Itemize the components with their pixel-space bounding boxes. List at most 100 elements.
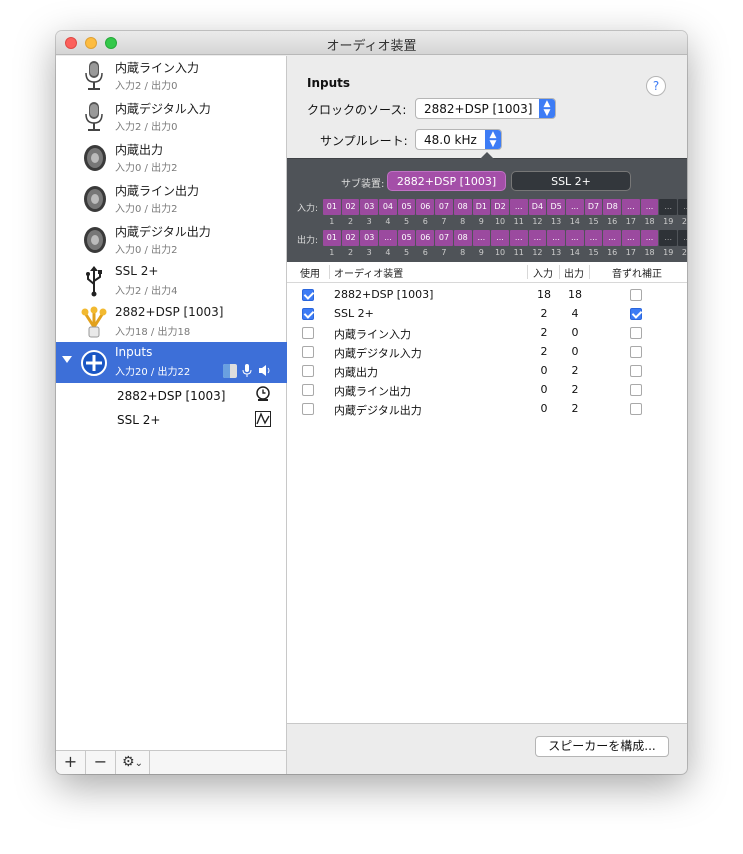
channel-cell[interactable]: ... [640,230,659,246]
channel-cell[interactable]: ... [584,230,603,246]
channel-cell[interactable]: D7 [584,199,603,215]
channel-cell[interactable]: ... [622,230,640,246]
device-name-cell: 内蔵デジタル入力 [334,347,422,360]
channel-cell[interactable]: 08 [453,199,472,215]
drift-correction-checkbox[interactable] [630,365,642,377]
drift-correction-checkbox[interactable] [630,403,642,415]
speaker-icon [84,186,106,212]
device-item-2882dsp[interactable]: 2882+DSP [1003] 入力18 / 出力18 [56,302,287,343]
channel-cell[interactable]: D4 [528,199,547,215]
channel-cell[interactable]: ... [379,230,397,246]
channel-cell[interactable]: 01 [323,199,341,215]
channel-number: 6 [422,217,428,226]
channel-cell[interactable]: ... [565,230,584,246]
use-checkbox[interactable] [302,384,314,396]
device-item-ssl2[interactable]: SSL 2+ 入力2 / 出力4 [56,261,287,302]
channel-cell[interactable]: ... [603,230,621,246]
subdevice-name: 2882+DSP [1003] [117,389,226,403]
use-checkbox[interactable] [302,327,314,339]
drift-correction-checkbox[interactable] [630,289,642,301]
channel-cell[interactable]: ... [659,230,678,246]
aggregate-device-title: Inputs [307,76,351,90]
use-checkbox[interactable] [302,346,314,358]
device-item-inputs-aggregate[interactable]: Inputs 入力20 / 出力22 [56,342,287,383]
channel-cell[interactable]: 02 [341,199,360,215]
help-button[interactable]: ? [646,76,666,96]
subdevice-ssl2[interactable]: SSL 2+ [117,413,160,427]
device-item-builtin-digital-output[interactable]: 内蔵デジタル出力 入力0 / 出力2 [56,220,287,261]
channel-cell[interactable]: 06 [416,230,435,246]
configure-speakers-button[interactable]: スピーカーを構成... [535,736,669,757]
channel-cell[interactable]: 02 [341,230,360,246]
clock-source-popup[interactable]: 2882+DSP [1003] ▲ ▼ [415,98,556,119]
disclosure-triangle-icon[interactable] [62,356,72,363]
device-io-count: 入力2 / 出力4 [115,286,178,297]
channel-cell[interactable]: 01 [323,230,341,246]
settings-menu-button[interactable]: ⚙⌄ [116,751,150,774]
channel-cell[interactable]: D5 [547,199,565,215]
channel-number: 3 [366,217,372,226]
chevron-down-icon: ⌄ [134,758,143,769]
channel-cell[interactable]: 03 [360,230,379,246]
channel-cell[interactable]: 07 [435,199,453,215]
channel-cell[interactable]: ... [622,199,640,215]
drift-correction-checkbox[interactable] [630,327,642,339]
device-name-cell: SSL 2+ [334,307,374,320]
channel-cell[interactable]: 07 [435,230,453,246]
use-checkbox[interactable] [302,365,314,377]
channel-number: 14 [569,217,580,226]
channel-cell[interactable]: 05 [397,230,416,246]
column-header-device[interactable]: オーディオ装置 [334,265,403,280]
channel-cell[interactable]: 08 [453,230,472,246]
channel-cell[interactable]: 05 [397,199,416,215]
device-item-builtin-output[interactable]: 内蔵出力 入力0 / 出力2 [56,138,287,179]
column-header-use[interactable]: 使用 [300,265,320,280]
subdevice-tab-ssl2[interactable]: SSL 2+ [511,171,631,191]
channel-cell[interactable]: ... [491,230,509,246]
use-checkbox[interactable] [302,403,314,415]
channel-cell[interactable]: ... [547,230,565,246]
channel-cell[interactable]: ... [678,199,687,215]
device-name-cell: 2882+DSP [1003] [334,288,434,301]
column-header-output[interactable]: 出力 [564,265,584,280]
microphone-icon [242,364,252,377]
channel-cell[interactable]: 03 [360,199,379,215]
drift-correction-checkbox[interactable] [630,384,642,396]
channel-cell[interactable]: ... [528,230,547,246]
channel-number: 13 [551,217,562,226]
speaker-icon [84,227,106,253]
channel-cell[interactable]: ... [509,199,528,215]
column-header-drift-correction[interactable]: 音ずれ補正 [612,265,662,280]
subdevice-tab-2882dsp[interactable]: 2882+DSP [1003] [387,171,506,191]
device-item-builtin-line-input[interactable]: 内蔵ライン入力 入力2 / 出力0 [56,56,287,97]
channel-cell[interactable]: D1 [472,199,491,215]
drift-correction-checkbox[interactable] [630,308,642,320]
use-checkbox[interactable] [302,289,314,301]
input-count-cell: 0 [540,364,548,377]
channel-cell[interactable]: ... [472,230,491,246]
channel-cell[interactable]: 04 [379,199,397,215]
column-header-input[interactable]: 入力 [533,265,553,280]
output-count-cell: 4 [571,307,579,320]
channel-cell[interactable]: ... [659,199,678,215]
add-device-button[interactable]: + [56,751,86,774]
channel-cell[interactable]: D8 [603,199,621,215]
sample-rate-popup[interactable]: 48.0 kHz ▲ ▼ [415,129,502,150]
remove-device-button[interactable]: − [86,751,116,774]
use-checkbox[interactable] [302,308,314,320]
channel-cell[interactable]: ... [509,230,528,246]
device-item-builtin-digital-input[interactable]: 内蔵デジタル入力 入力2 / 出力0 [56,97,287,138]
channel-cell[interactable]: ... [640,199,659,215]
table-row: 内蔵ライン出力 0 2 [287,381,687,400]
drift-correction-checkbox[interactable] [630,346,642,358]
output-channel-cells: 01 02 03... 05 06 07 08.......................… [323,230,687,246]
channel-cell[interactable]: ... [565,199,584,215]
device-item-builtin-line-output[interactable]: 内蔵ライン出力 入力0 / 出力2 [56,179,287,220]
channel-cell[interactable]: D2 [491,199,509,215]
channel-number: 11 [513,248,524,257]
channel-cell[interactable]: 06 [416,199,435,215]
clock-source-label: クロックのソース: [307,103,407,117]
device-name-cell: 内蔵ライン出力 [334,385,411,398]
channel-cell[interactable]: ... [678,230,687,246]
subdevice-2882dsp[interactable]: 2882+DSP [1003] [117,389,225,403]
